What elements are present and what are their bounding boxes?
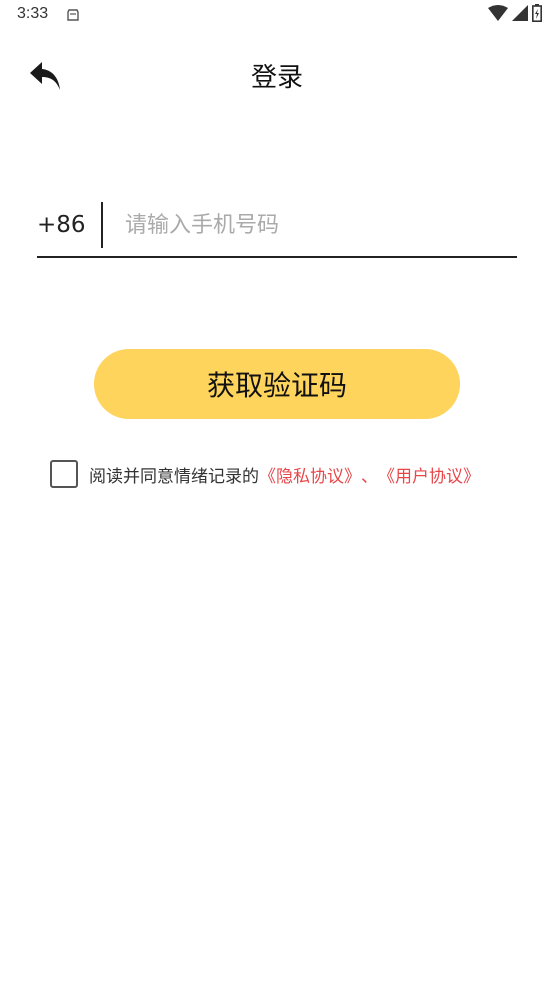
status-time: 3:33	[17, 5, 49, 22]
agreement-checkbox[interactable]	[50, 460, 78, 488]
agreement-separator: 、	[361, 466, 378, 487]
privacy-policy-link[interactable]: 《隐私协议》	[259, 462, 361, 487]
country-code[interactable]: +86	[37, 208, 86, 242]
agreement-row: 阅读并同意情绪记录的 《隐私协议》 、 《用户协议》	[50, 459, 480, 489]
page-title: 登录	[250, 63, 303, 93]
country-code-divider	[101, 202, 103, 248]
get-code-button[interactable]: 获取验证码	[94, 349, 460, 419]
user-agreement-link[interactable]: 《用户协议》	[378, 462, 480, 487]
wifi-icon	[488, 5, 508, 25]
back-button[interactable]	[26, 58, 66, 98]
status-bar: 3:33	[0, 0, 554, 32]
phone-input-row: +86	[37, 198, 517, 258]
back-arrow-icon	[28, 60, 64, 96]
agreement-text: 阅读并同意情绪记录的	[89, 466, 259, 487]
battery-icon	[532, 4, 542, 26]
phone-input[interactable]	[125, 206, 505, 244]
signal-icon	[512, 5, 528, 25]
notification-icon	[66, 7, 80, 21]
status-icons	[488, 4, 542, 26]
